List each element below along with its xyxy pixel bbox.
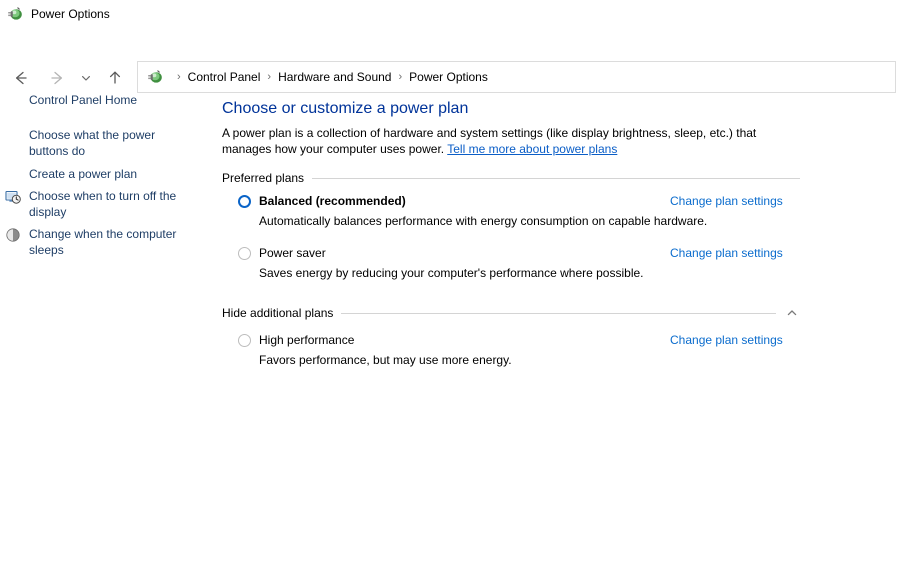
sidebar-item-create-power-plan[interactable]: Create a power plan bbox=[0, 166, 194, 182]
plan-description-high-performance: Favors performance, but may use more ene… bbox=[259, 353, 512, 367]
plan-row-power-saver[interactable]: Power saver Change plan settings Saves e… bbox=[238, 245, 800, 281]
breadcrumb-item-power-options[interactable]: Power Options bbox=[409, 69, 488, 85]
change-plan-settings-high-performance[interactable]: Change plan settings bbox=[670, 332, 783, 349]
radio-high-performance[interactable] bbox=[238, 334, 251, 347]
sidebar-item-computer-sleeps[interactable]: Change when the computer sleeps bbox=[0, 226, 194, 258]
tell-me-more-link[interactable]: Tell me more about power plans bbox=[447, 142, 617, 156]
change-plan-settings-power-saver[interactable]: Change plan settings bbox=[670, 245, 783, 262]
forward-button[interactable] bbox=[44, 65, 70, 91]
sidebar-item-label[interactable]: Choose when to turn off the display bbox=[29, 189, 176, 219]
window-title: Power Options bbox=[31, 7, 110, 21]
power-plug-battery-icon bbox=[148, 70, 162, 83]
breadcrumb-separator: › bbox=[267, 71, 272, 83]
group-header-preferred-plans: Preferred plans bbox=[222, 170, 800, 186]
group-label: Preferred plans bbox=[222, 171, 305, 185]
sidebar-item-control-panel-home[interactable]: Control Panel Home bbox=[0, 92, 194, 108]
sidebar-item-label[interactable]: Change when the computer sleeps bbox=[29, 227, 176, 257]
plan-header-line: High performance Change plan settings bbox=[238, 332, 800, 350]
group-separator-rule bbox=[341, 312, 776, 314]
plan-row-balanced[interactable]: Balanced (recommended) Change plan setti… bbox=[238, 193, 800, 229]
sleep-moon-icon bbox=[6, 228, 20, 242]
radio-power-saver[interactable] bbox=[238, 247, 251, 260]
recent-locations-button[interactable] bbox=[76, 65, 96, 91]
plan-description-power-saver: Saves energy by reducing your computer's… bbox=[259, 266, 644, 280]
navigation-bar: › Control Panel › Hardware and Sound › P… bbox=[0, 28, 916, 93]
sidebar-item-turn-off-display[interactable]: Choose when to turn off the display bbox=[0, 188, 194, 220]
chevron-up-icon[interactable] bbox=[784, 305, 800, 321]
group-label[interactable]: Hide additional plans bbox=[222, 305, 333, 321]
sidebar-item-label[interactable]: Create a power plan bbox=[29, 167, 137, 181]
change-plan-settings-balanced[interactable]: Change plan settings bbox=[670, 193, 783, 210]
plan-header-line: Power saver Change plan settings bbox=[238, 245, 800, 263]
page-title: Choose or customize a power plan bbox=[222, 100, 469, 117]
chevron-up-glyph bbox=[787, 310, 797, 316]
plan-row-high-performance[interactable]: High performance Change plan settings Fa… bbox=[238, 332, 800, 368]
up-arrow-icon bbox=[109, 71, 121, 84]
plan-name-power-saver[interactable]: Power saver bbox=[259, 245, 326, 262]
window-title-bar: Power Options bbox=[0, 0, 916, 28]
group-header-additional-plans[interactable]: Hide additional plans bbox=[222, 305, 800, 321]
group-separator-rule bbox=[312, 177, 800, 179]
sidebar-item-label[interactable]: Choose what the power buttons do bbox=[29, 128, 155, 158]
breadcrumb-separator: › bbox=[177, 71, 181, 83]
sidebar-item-label[interactable]: Control Panel Home bbox=[29, 93, 137, 107]
power-plug-battery-icon bbox=[8, 7, 22, 20]
chevron-down-icon bbox=[82, 76, 90, 81]
breadcrumb-item-hardware-and-sound[interactable]: Hardware and Sound bbox=[278, 69, 391, 85]
plan-name-balanced[interactable]: Balanced (recommended) bbox=[259, 193, 406, 210]
intro-paragraph: A power plan is a collection of hardware… bbox=[222, 125, 804, 157]
display-clock-icon bbox=[5, 190, 21, 204]
plan-description-balanced: Automatically balances performance with … bbox=[259, 214, 708, 228]
plan-header-line: Balanced (recommended) Change plan setti… bbox=[238, 193, 800, 211]
back-button[interactable] bbox=[8, 65, 34, 91]
sidebar-item-choose-power-buttons[interactable]: Choose what the power buttons do bbox=[0, 127, 194, 159]
breadcrumb-item-control-panel[interactable]: Control Panel bbox=[188, 69, 261, 85]
address-breadcrumb-bar[interactable]: › Control Panel › Hardware and Sound › P… bbox=[137, 61, 896, 93]
plan-name-high-performance[interactable]: High performance bbox=[259, 332, 354, 349]
forward-arrow-icon bbox=[51, 71, 63, 85]
up-one-level-button[interactable] bbox=[102, 65, 128, 91]
breadcrumb-separator: › bbox=[398, 71, 403, 83]
radio-balanced[interactable] bbox=[238, 195, 251, 208]
back-arrow-icon bbox=[15, 71, 27, 85]
